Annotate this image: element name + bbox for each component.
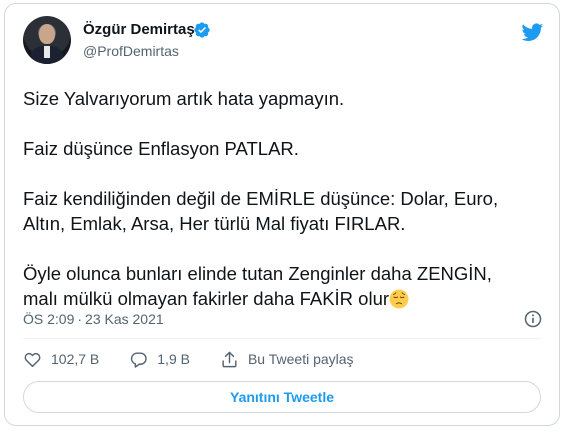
reply-button[interactable]: 1,9 B bbox=[129, 350, 190, 369]
verified-badge-icon bbox=[194, 22, 210, 38]
tweet-text: Size Yalvarıyorum artık hata yapmayın. F… bbox=[23, 86, 543, 311]
share-label: Bu Tweeti paylaş bbox=[247, 351, 354, 367]
share-button[interactable]: Bu Tweeti paylaş bbox=[220, 350, 354, 369]
pensive-face-emoji-icon bbox=[389, 289, 409, 309]
like-count: 102,7 B bbox=[51, 351, 100, 367]
reply-count: 1,9 B bbox=[157, 351, 190, 367]
tweet-timestamp[interactable]: ÖS 2:09 · 23 Kas 2021 bbox=[23, 310, 164, 328]
divider bbox=[23, 338, 541, 339]
tweet-time[interactable]: ÖS 2:09 bbox=[23, 311, 74, 327]
author-handle[interactable]: @ProfDemirtas bbox=[83, 42, 179, 60]
info-icon[interactable] bbox=[523, 309, 543, 329]
avatar[interactable] bbox=[23, 16, 71, 64]
speech-bubble-icon bbox=[131, 351, 147, 368]
tweet-line: Öyle olunca bunları elinde tutan Zenginl… bbox=[23, 263, 492, 284]
author-name[interactable]: Özgür Demirtaş bbox=[83, 20, 195, 40]
tweet-date[interactable]: 23 Kas 2021 bbox=[85, 311, 164, 327]
tweet-actions: 102,7 B 1,9 B Bu Tweeti paylaş bbox=[23, 347, 384, 371]
tweet-paragraph: Faiz kendiliğinden değil de EMİRLE düşün… bbox=[23, 188, 499, 234]
twitter-logo-icon[interactable] bbox=[520, 21, 545, 43]
reply-tweet-button[interactable]: Yanıtını Tweetle bbox=[23, 381, 541, 413]
share-icon bbox=[222, 351, 237, 367]
meta-separator: · bbox=[77, 311, 83, 327]
tweet-paragraph: Size Yalvarıyorum artık hata yapmayın. bbox=[23, 88, 345, 109]
heart-icon bbox=[24, 352, 41, 367]
tweet-card[interactable]: Özgür Demirtaş @ProfDemirtas Size Yalvar… bbox=[4, 3, 560, 426]
tweet-line: malı mülkü olmayan fakirler daha FAKİR o… bbox=[23, 288, 390, 309]
tweet-paragraph: Faiz düşünce Enflasyon PATLAR. bbox=[23, 138, 299, 159]
tweet-paragraph: Öyle olunca bunları elinde tutan Zenginl… bbox=[23, 261, 543, 311]
like-button[interactable]: 102,7 B bbox=[23, 350, 99, 369]
